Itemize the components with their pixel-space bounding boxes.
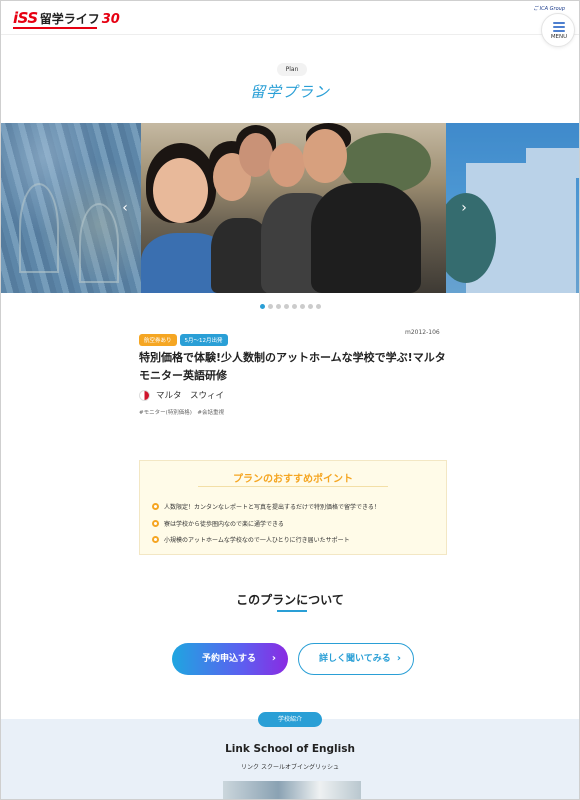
building-roof [526, 148, 579, 178]
school-section-label: 学校紹介 [258, 712, 322, 727]
point-item: 小規模のアットホームな学校なので一人ひとりに行き届いたサポート [152, 535, 350, 544]
tag-airfare: 航空券あり [139, 334, 177, 346]
tree [446, 193, 496, 283]
arch-decoration [19, 183, 59, 273]
carousel-dot[interactable] [283, 304, 289, 309]
school-name: Link School of English [225, 743, 355, 755]
apply-button-label: 予約申込する [202, 654, 257, 664]
carousel-prev-icon[interactable]: ‹ [118, 201, 132, 215]
page: iSS 留学ライフ 30 ご ICA Group MENU Plan 留学プラン [0, 0, 580, 800]
plan-tags: 航空券あり 5月〜12月出発 [139, 334, 228, 346]
inquiry-button-label: 詳しく聞いてみる [319, 654, 391, 664]
malta-flag-icon [139, 389, 150, 401]
person-body [311, 183, 421, 293]
carousel-dot[interactable] [299, 304, 305, 309]
bullet-icon [152, 503, 159, 510]
carousel-dot[interactable] [275, 304, 281, 309]
point-text: 寮は学校から徒歩圏内なので楽に通学できる [164, 521, 284, 528]
hamburger-icon [553, 22, 565, 34]
school-kana: リンク スクールオブイングリッシュ [241, 764, 339, 771]
building [466, 163, 576, 293]
carousel-dot[interactable] [267, 304, 273, 309]
bullet-icon [152, 520, 159, 527]
point-item: 人数限定！カンタンなレポートと写真を提出するだけで特別価格で留学できる！ [152, 502, 380, 511]
chevron-right-icon: › [396, 653, 401, 664]
logo-underline [13, 27, 97, 29]
site-logo[interactable]: iSS 留学ライフ 30 [13, 9, 120, 29]
school-section: 学校紹介 Link School of English リンク スクールオブイン… [1, 712, 579, 799]
carousel-next-icon[interactable]: › [457, 201, 471, 215]
carousel-dot[interactable] [259, 304, 265, 309]
group-label: ご ICA Group [533, 6, 565, 12]
plan-label: Plan [277, 63, 307, 76]
school-photo [223, 781, 361, 799]
point-text: 小規模のアットホームな学校なので一人ひとりに行き届いたサポート [164, 537, 350, 544]
logo-years: 30 [101, 12, 120, 27]
apply-button[interactable]: 予約申込する › [172, 643, 288, 675]
menu-button[interactable]: MENU [541, 13, 575, 47]
menu-label: MENU [550, 34, 568, 40]
inquiry-button[interactable]: 詳しく聞いてみる › [298, 643, 414, 675]
arch-decoration [79, 203, 119, 283]
about-title: このプランについて [236, 593, 344, 607]
recommended-points: プランのおすすめポイント 人数限定！カンタンなレポートと写真を提出するだけで特別… [139, 460, 447, 555]
carousel-pagination [1, 304, 579, 309]
page-title: 留学プラン [249, 83, 330, 101]
about-underline [277, 610, 307, 612]
plan-code: m2012-106 [405, 329, 440, 336]
carousel-dot[interactable] [291, 304, 297, 309]
tag-departure: 5月〜12月出発 [179, 334, 228, 346]
logo-iss: iSS [13, 9, 38, 27]
location-text: マルタ スウィイ [156, 391, 225, 401]
plan-hashtags: #モニター(特別価格) #会話重視 [139, 410, 225, 416]
slide-students-group[interactable] [141, 123, 446, 293]
logo-text: 留学ライフ [39, 12, 100, 26]
site-header: iSS 留学ライフ 30 ご ICA Group [1, 1, 579, 35]
photo-carousel[interactable]: ‹ › [1, 123, 579, 293]
point-text: 人数限定！カンタンなレポートと写真を提出するだけで特別価格で留学できる！ [164, 504, 380, 511]
person-face [239, 133, 273, 177]
plan-title: 特別価格で体験!少人数制のアットホームな学校で学ぶ!マルタ モニター英語研修 [139, 351, 446, 382]
person-face [269, 143, 305, 187]
person-face [303, 129, 347, 183]
points-divider [198, 486, 388, 487]
bullet-icon [152, 536, 159, 543]
carousel-dot[interactable] [307, 304, 313, 309]
points-title: プランのおすすめポイント [233, 474, 353, 485]
point-item: 寮は学校から徒歩圏内なので楽に通学できる [152, 519, 284, 528]
carousel-dot[interactable] [315, 304, 321, 309]
chevron-right-icon: › [271, 653, 276, 664]
plan-location: マルタ スウィイ [139, 389, 224, 401]
person-face [153, 158, 208, 223]
